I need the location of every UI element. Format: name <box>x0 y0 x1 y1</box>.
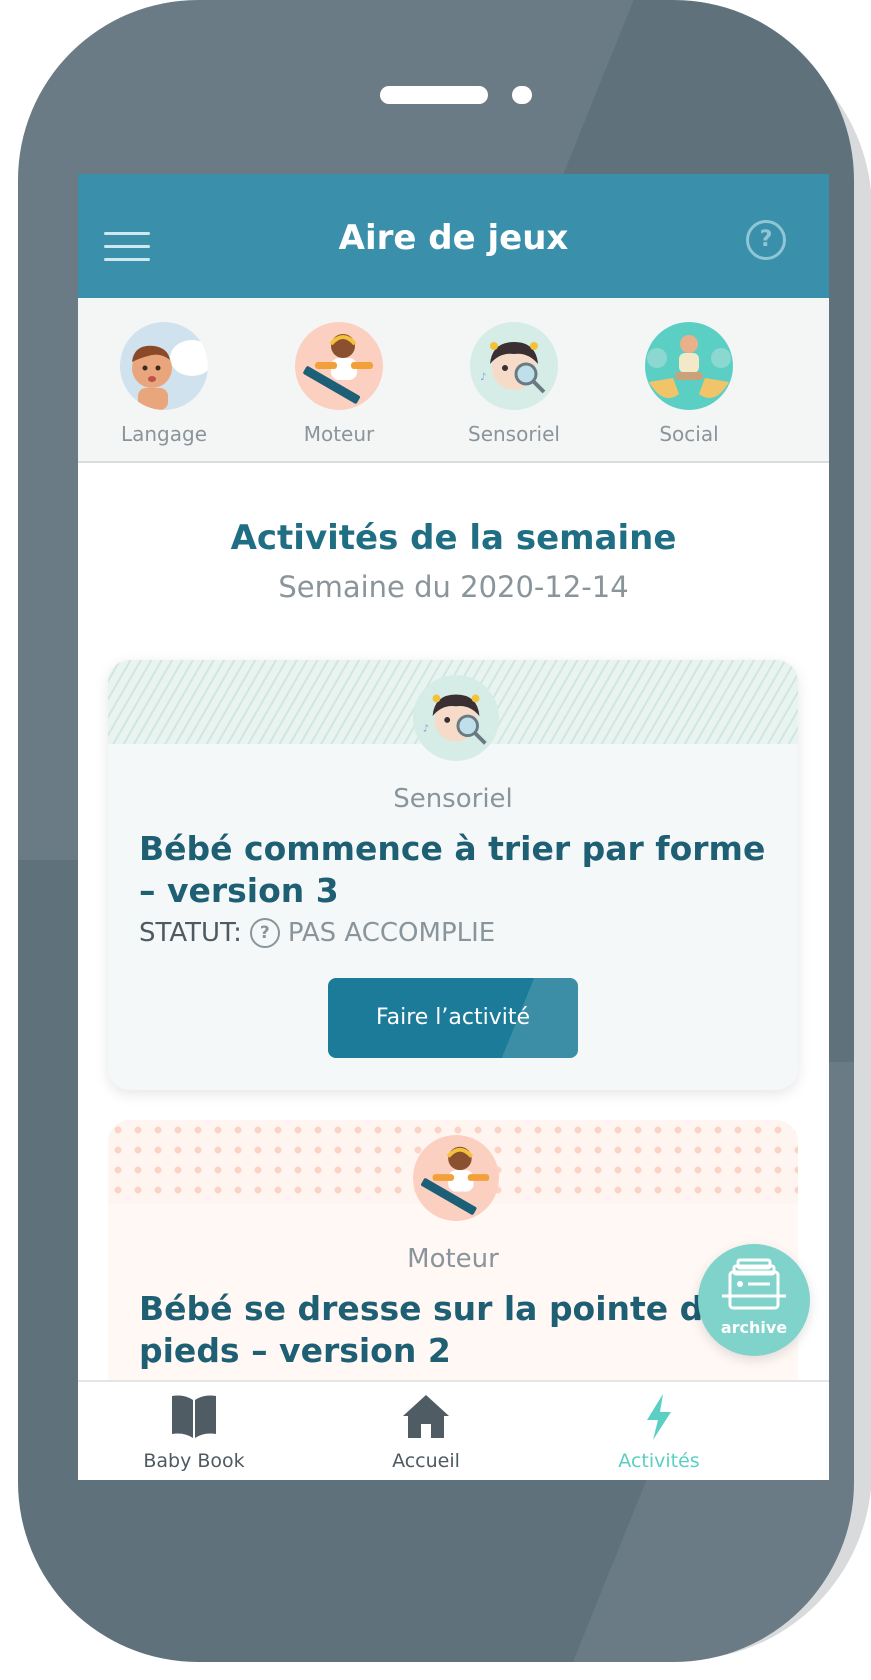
card-category: Sensoriel <box>393 784 513 814</box>
baby-crawling-icon <box>413 1135 499 1221</box>
category-label: Langage <box>120 422 208 446</box>
tab-baby-book[interactable]: Baby Book <box>94 1392 294 1472</box>
tab-label: Accueil <box>392 1450 460 1472</box>
help-icon[interactable]: ? <box>746 220 786 260</box>
category-sensoriel[interactable]: ♪ Sensoriel <box>429 322 599 446</box>
status-label: STATUT: <box>139 918 242 948</box>
baby-crawling-icon <box>295 322 383 410</box>
lightning-icon <box>647 1394 671 1440</box>
babies-circle-icon <box>645 322 733 410</box>
question-icon: ? <box>249 918 280 948</box>
front-camera <box>512 86 532 104</box>
tab-label: Activités <box>618 1450 700 1472</box>
category-bar: Langage Moteur ♪ Sensoriel Social <box>78 298 829 463</box>
section-subtitle: Semaine du 2020-12-14 <box>278 570 629 604</box>
book-icon <box>172 1395 216 1438</box>
archive-label: archive <box>720 1318 788 1337</box>
svg-text:♪: ♪ <box>480 372 486 383</box>
archive-icon <box>722 1258 786 1310</box>
category-social[interactable]: Social <box>604 322 774 446</box>
svg-text:♪: ♪ <box>423 724 429 735</box>
phone-frame: Aire de jeux ? Langage Moteur ♪ Sensorie… <box>18 0 854 1662</box>
page-title: Aire de jeux <box>338 218 569 258</box>
do-activity-label: Faire l’activité <box>375 1005 531 1030</box>
home-icon <box>403 1395 449 1438</box>
card-category: Moteur <box>407 1244 499 1274</box>
card-title: Bébé commence à trier par forme – versio… <box>139 829 766 910</box>
category-langage[interactable]: Langage <box>79 322 249 446</box>
app-screen: Aire de jeux ? Langage Moteur ♪ Sensorie… <box>78 174 829 1480</box>
tab-accueil[interactable]: Accueil <box>326 1392 526 1472</box>
category-label: Moteur <box>303 422 375 446</box>
speaker <box>380 86 488 104</box>
category-label: Sensoriel <box>468 422 560 446</box>
baby-magnifier-icon: ♪ <box>413 675 499 761</box>
category-moteur[interactable]: Moteur <box>254 322 424 446</box>
do-activity-button[interactable]: Faire l’activité <box>328 978 578 1058</box>
status-value: PAS ACCOMPLIE <box>287 918 496 948</box>
app-header: Aire de jeux ? <box>78 174 829 298</box>
category-label: Social <box>659 422 719 446</box>
card-status: STATUT: ? PAS ACCOMPLIE <box>139 918 495 948</box>
bottom-tab-bar: Baby Book Accueil Activités <box>78 1380 829 1480</box>
baby-talking-icon <box>120 322 208 410</box>
section-title: Activités de la semaine <box>230 518 677 558</box>
tab-label: Baby Book <box>143 1450 245 1472</box>
tab-activites[interactable]: Activités <box>559 1392 759 1472</box>
archive-button[interactable]: archive <box>698 1244 810 1356</box>
activity-card[interactable]: ♪ Sensoriel Bébé commence à trier par fo… <box>108 660 798 1090</box>
card-title: Bébé se dresse sur la pointe des pieds –… <box>139 1289 746 1370</box>
baby-magnifier-icon: ♪ <box>470 322 558 410</box>
